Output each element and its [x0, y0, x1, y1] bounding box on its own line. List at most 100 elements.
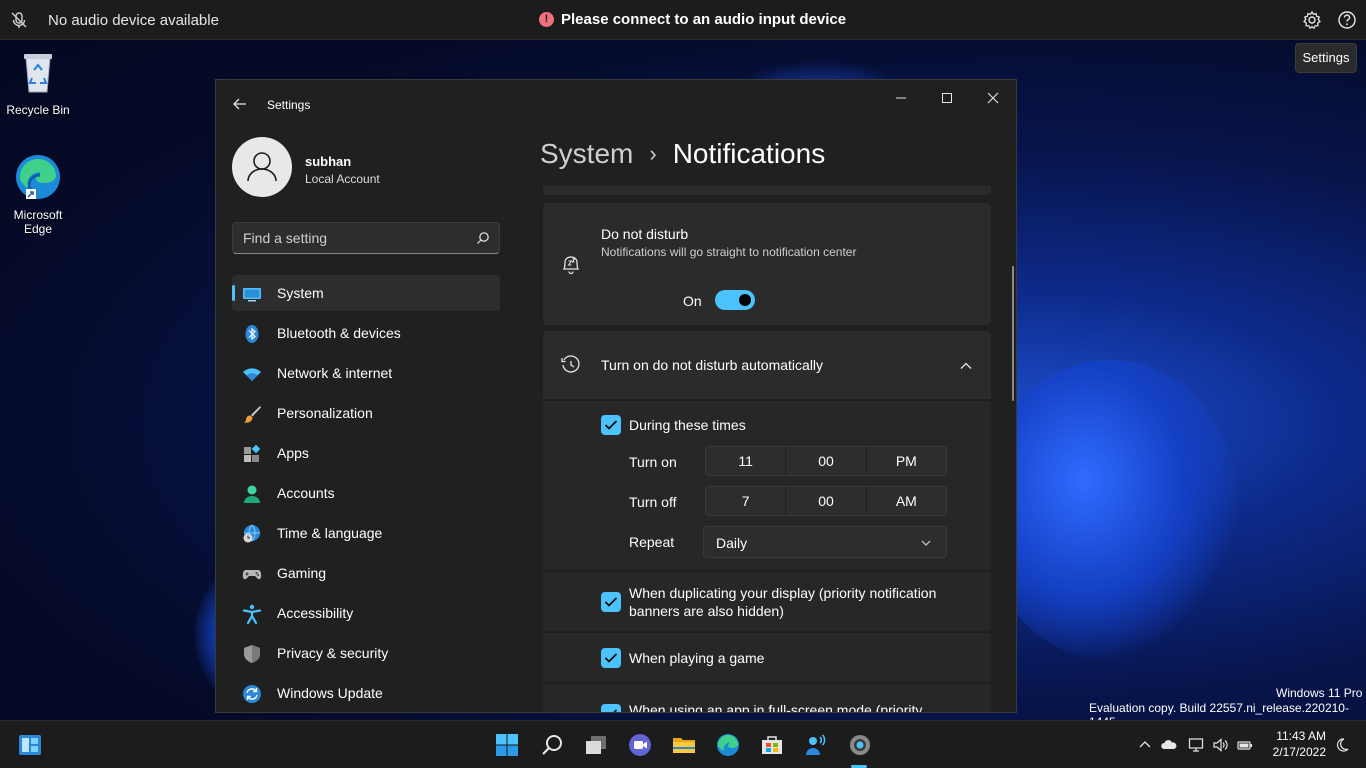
nav-item-label: Network & internet [277, 365, 393, 381]
checkmark-icon [604, 597, 618, 607]
alert-icon: ! [539, 12, 554, 27]
dnd-toggle[interactable] [715, 290, 755, 310]
full-screen-app-label: When using an app in full-screen mode (p… [629, 702, 923, 713]
duplicating-display-checkbox[interactable] [601, 592, 621, 612]
content-scrollbar[interactable] [1012, 266, 1014, 401]
turn-off-time-picker[interactable]: 7 00 AM [705, 486, 947, 516]
edition-watermark: Windows 11 Pro [1276, 686, 1363, 700]
desktop-icon-edge[interactable]: Microsoft Edge [0, 153, 76, 236]
nav-item-label: Apps [277, 445, 309, 461]
contact-support-icon[interactable] [804, 733, 828, 757]
search-input[interactable] [243, 229, 463, 247]
settings-app-icon[interactable] [848, 733, 872, 757]
navigation-pane: subhan Local Account System [216, 120, 516, 712]
nav-item-windows-update[interactable]: Windows Update [232, 675, 500, 711]
playing-game-checkbox[interactable] [601, 648, 621, 668]
turn-on-label: Turn on [629, 454, 677, 470]
turn-off-minute[interactable]: 00 [786, 487, 867, 515]
globe-clock-icon [243, 524, 260, 543]
nav-item-bluetooth-devices[interactable]: Bluetooth & devices [232, 315, 500, 351]
nav-item-system[interactable]: System [232, 275, 500, 311]
bell-snooze-icon [562, 256, 580, 275]
widgets-icon[interactable] [18, 733, 42, 757]
turn-off-label: Turn off [629, 494, 677, 510]
maximize-icon[interactable] [932, 88, 962, 108]
desktop-icon-label: Recycle Bin [6, 103, 70, 117]
turn-off-hour[interactable]: 7 [706, 487, 787, 515]
onedrive-icon[interactable] [1161, 737, 1177, 753]
network-icon[interactable] [1188, 737, 1204, 753]
battery-icon[interactable] [1237, 737, 1253, 753]
playing-game-label: When playing a game [629, 650, 765, 666]
option-duplicating-display: When duplicating your display (priority … [543, 571, 991, 631]
task-view-icon[interactable] [584, 733, 608, 757]
apps-icon [244, 444, 261, 462]
turn-on-minute[interactable]: 00 [786, 447, 867, 475]
window-title: Settings [267, 98, 311, 112]
nav-item-personalization[interactable]: Personalization [232, 395, 500, 431]
nav-item-gaming[interactable]: Gaming [232, 555, 500, 591]
turn-on-period[interactable]: PM [867, 447, 946, 475]
turn-on-hour[interactable]: 11 [706, 447, 787, 475]
option-full-screen-app: When using an app in full-screen mode (p… [543, 683, 991, 713]
during-times-checkbox[interactable] [601, 415, 621, 435]
nav-item-apps[interactable]: Apps [232, 435, 500, 471]
repeat-label: Repeat [629, 534, 675, 550]
schedule-section: During these times Turn on 11 00 PM Turn… [543, 400, 991, 570]
brush-icon [243, 406, 261, 423]
nav-item-accessibility[interactable]: Accessibility [232, 595, 500, 631]
desktop-icon-recycle-bin[interactable]: Recycle Bin [0, 48, 76, 117]
checkmark-icon [613, 709, 618, 712]
settings-tooltip: Settings [1295, 43, 1357, 73]
close-icon[interactable] [978, 88, 1008, 108]
content-pane: System › Notifications Do not disturb No… [516, 120, 1016, 713]
nav-item-privacy-security[interactable]: Privacy & security [232, 635, 500, 671]
store-icon[interactable] [760, 733, 784, 757]
turn-on-time-picker[interactable]: 11 00 PM [705, 446, 947, 476]
breadcrumb-parent[interactable]: System [540, 138, 633, 170]
user-icon [247, 152, 277, 182]
avatar[interactable] [232, 137, 292, 197]
nav-item-label: Accessibility [277, 605, 354, 621]
system-icon [243, 288, 261, 302]
edge-icon[interactable] [716, 733, 740, 757]
nav-item-accounts[interactable]: Accounts [232, 475, 500, 511]
search-icon[interactable] [476, 231, 490, 245]
checkmark-icon [604, 653, 618, 663]
page-title: Notifications [672, 138, 826, 169]
nav-item-label: Accounts [277, 485, 335, 501]
chevron-up-icon[interactable] [959, 359, 973, 373]
alert-message: Please connect to an audio input device [561, 11, 847, 28]
accessibility-icon [242, 604, 262, 624]
full-screen-app-checkbox[interactable] [601, 704, 621, 712]
search-box[interactable] [232, 222, 500, 254]
repeat-value: Daily [716, 535, 748, 551]
repeat-dropdown[interactable]: Daily [703, 526, 947, 558]
help-icon[interactable] [1337, 10, 1357, 30]
bluetooth-icon [245, 325, 259, 343]
focus-assist-moon-icon[interactable] [1334, 737, 1350, 753]
auto-dnd-header[interactable]: Turn on do not disturb automatically [543, 331, 991, 399]
chat-icon[interactable] [628, 733, 652, 757]
shield-icon [244, 645, 260, 663]
nav-item-label: Gaming [277, 565, 327, 581]
turn-off-period[interactable]: AM [867, 487, 946, 515]
file-explorer-icon[interactable] [672, 733, 696, 757]
wifi-icon [243, 368, 261, 381]
mic-muted-icon [11, 12, 27, 28]
nav-item-network-internet[interactable]: Network & internet [232, 355, 500, 391]
minimize-icon[interactable] [886, 88, 916, 108]
search-icon[interactable] [540, 733, 564, 757]
auto-dnd-title: Turn on do not disturb automatically [601, 357, 824, 373]
chevron-up-icon[interactable] [1137, 737, 1153, 753]
taskbar: 11:43 AM 2/17/2022 [0, 720, 1366, 768]
back-arrow-icon[interactable] [232, 96, 248, 112]
nav-item-time-language[interactable]: Time & language [232, 515, 500, 551]
chevron-down-icon [921, 540, 931, 546]
gear-icon[interactable] [1302, 10, 1322, 30]
accounts-icon [244, 485, 260, 503]
edge-icon [16, 155, 60, 199]
volume-icon[interactable] [1212, 737, 1228, 753]
clock[interactable]: 11:43 AM 2/17/2022 [1262, 728, 1326, 760]
start-icon[interactable] [495, 733, 519, 757]
